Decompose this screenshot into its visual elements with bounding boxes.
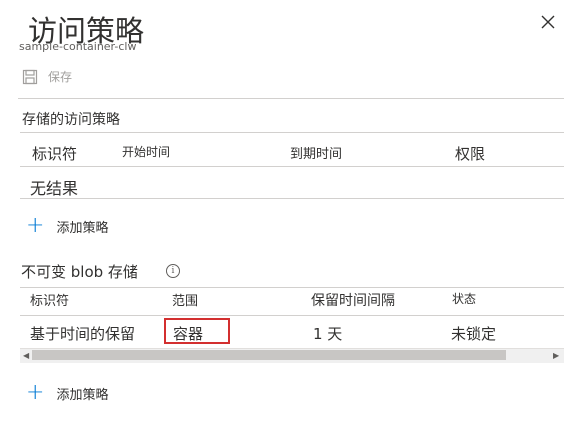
stored-policies-heading: 存储的访问策略 [22, 112, 120, 128]
row-policy-type[interactable]: 基于时间的保留 [30, 323, 135, 344]
imm-col-retention[interactable]: 保留时间间隔 [311, 290, 395, 310]
col-start-time[interactable]: 开始时间 [122, 143, 170, 160]
stored-table-bottom-divider [20, 198, 564, 199]
save-label: 保存 [48, 70, 73, 84]
stored-header-bottom-divider [20, 166, 564, 167]
imm-col-scope[interactable]: 范围 [172, 290, 198, 309]
close-icon[interactable] [536, 10, 560, 34]
imm-col-state[interactable]: 状态 [452, 290, 476, 307]
container-name: sample-container-clw [19, 40, 137, 53]
toolbar-divider [18, 98, 564, 99]
add-stored-policy-label: 添加策略 [56, 220, 109, 236]
immutable-storage-heading: 不可变 blob 存储 [21, 263, 138, 281]
row-retention: 1 天 [313, 325, 343, 343]
immutable-header-top-divider [20, 287, 564, 288]
plus-icon: + [26, 380, 45, 405]
scroll-left-icon[interactable]: ◀ [23, 351, 29, 360]
scrollbar-thumb[interactable] [32, 350, 506, 360]
stored-header-top-divider [20, 132, 564, 133]
info-icon[interactable]: i [166, 264, 180, 278]
add-immutable-policy-button[interactable]: + 添加策略 [26, 382, 108, 404]
scroll-right-icon[interactable]: ▶ [553, 351, 559, 360]
scope-highlight-box [164, 318, 230, 344]
imm-col-identifier[interactable]: 标识符 [30, 290, 69, 309]
row-state: 未锁定 [451, 325, 497, 343]
save-icon [22, 69, 38, 84]
immutable-header-bottom-divider [20, 315, 564, 316]
col-identifier[interactable]: 标识符 [32, 143, 77, 164]
col-expiry-time[interactable]: 到期时间 [290, 143, 342, 162]
add-immutable-policy-label: 添加策略 [56, 387, 109, 403]
save-button[interactable]: 保存 [22, 68, 72, 85]
add-stored-policy-button[interactable]: + 添加策略 [26, 215, 108, 237]
empty-results-text: 无结果 [30, 179, 79, 198]
plus-icon: + [26, 213, 45, 238]
col-permissions[interactable]: 权限 [455, 143, 485, 164]
